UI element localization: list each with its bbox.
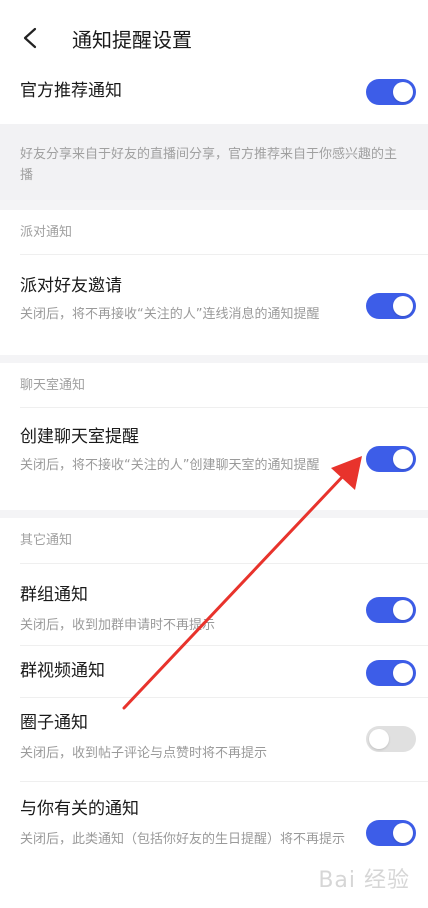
group-notify-label: 群组通知 (20, 585, 88, 605)
chatroom-toggle[interactable] (366, 446, 416, 472)
section-title-other: 其它通知 (20, 533, 73, 548)
related-notify-desc: 关闭后，此类通知（包括你好友的生日提醒）将不再提示 (20, 832, 346, 847)
toggle-knob (393, 823, 413, 843)
party-invite-row: 派对好友邀请 关闭后，将不再接收“关注的人”连线消息的通知提醒 (0, 255, 428, 355)
circle-notify-desc: 关闭后，收到帖子评论与点赞时将不再提示 (20, 746, 268, 761)
back-arrow-icon[interactable] (22, 27, 38, 49)
group-notify-toggle[interactable] (366, 597, 416, 623)
party-invite-desc: 关闭后，将不再接收“关注的人”连线消息的通知提醒 (20, 307, 320, 322)
chatroom-desc: 关闭后，将不接收“关注的人”创建聊天室的通知提醒 (20, 458, 320, 473)
section-header-party: 派对通知 (0, 210, 428, 255)
circle-notify-label: 圈子通知 (20, 713, 88, 733)
chatroom-row: 创建聊天室提醒 关闭后，将不接收“关注的人”创建聊天室的通知提醒 (0, 408, 428, 510)
page-title: 通知提醒设置 (72, 28, 192, 52)
info-box: 好友分享来自于好友的直播间分享，官方推荐来自于你感兴趣的主播 (0, 124, 428, 200)
toggle-knob (393, 296, 413, 316)
official-notify-toggle[interactable] (366, 79, 416, 105)
circle-notify-row: 圈子通知 关闭后，收到帖子评论与点赞时将不再提示 (0, 698, 428, 782)
section-title-party: 派对通知 (20, 225, 73, 240)
watermark: Bai 经验 (318, 868, 410, 893)
toggle-knob (369, 729, 389, 749)
party-invite-label: 派对好友邀请 (20, 276, 122, 296)
toggle-knob (393, 82, 413, 102)
section-title-chat: 聊天室通知 (20, 378, 86, 393)
group-video-row: 群视频通知 (0, 646, 428, 698)
toggle-knob (393, 449, 413, 469)
toggle-knob (393, 663, 413, 683)
group-notify-row: 群组通知 关闭后，收到加群申请时不再提示 (0, 564, 428, 646)
related-notify-label: 与你有关的通知 (20, 799, 139, 819)
related-notify-toggle[interactable] (366, 820, 416, 846)
circle-notify-toggle[interactable] (366, 726, 416, 752)
section-header-chat: 聊天室通知 (0, 363, 428, 408)
chatroom-label: 创建聊天室提醒 (20, 427, 139, 447)
gap (0, 200, 428, 210)
group-video-toggle[interactable] (366, 660, 416, 686)
toggle-knob (393, 600, 413, 620)
section-header-other: 其它通知 (0, 518, 428, 564)
group-video-label: 群视频通知 (20, 661, 105, 681)
official-notify-row: 官方推荐通知 (0, 78, 428, 116)
group-notify-desc: 关闭后，收到加群申请时不再提示 (20, 618, 216, 633)
gap (0, 510, 428, 518)
party-invite-toggle[interactable] (366, 293, 416, 319)
header: 通知提醒设置 (0, 0, 428, 78)
info-text: 好友分享来自于好友的直播间分享，官方推荐来自于你感兴趣的主播 (20, 147, 398, 183)
official-notify-label: 官方推荐通知 (20, 81, 122, 101)
gap (0, 355, 428, 363)
